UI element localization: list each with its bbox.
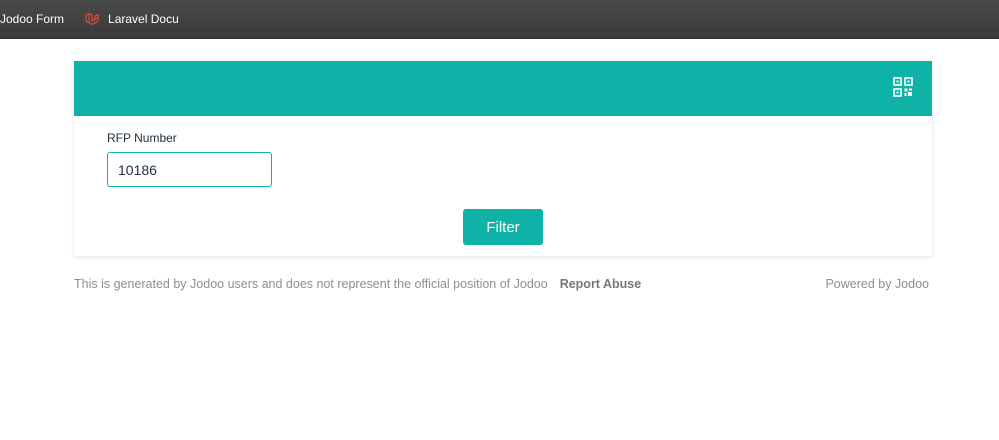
rfp-number-input[interactable] — [107, 152, 272, 187]
footer: This is generated by Jodoo users and doe… — [74, 275, 929, 293]
bookmark-label: Laravel Docu — [108, 12, 179, 26]
bookmark-jodoo-form[interactable]: Jodoo Form — [0, 5, 70, 33]
bookmark-laravel-docu[interactable]: Laravel Docu — [78, 5, 185, 33]
report-abuse-link[interactable]: Report Abuse — [560, 277, 642, 291]
bookmark-label: Jodoo Form — [0, 12, 65, 26]
laravel-icon — [84, 11, 100, 27]
disclaimer-text: This is generated by Jodoo users and doe… — [74, 277, 548, 291]
powered-by-link[interactable]: Powered by Jodoo — [825, 277, 929, 291]
filter-button[interactable]: Filter — [463, 209, 543, 245]
form-header — [74, 61, 932, 116]
form-card: RFP Number Filter — [74, 61, 932, 256]
rfp-number-label: RFP Number — [107, 131, 177, 145]
bookmarks-bar: Jodoo Form Laravel Docu — [0, 0, 999, 39]
qr-code-icon[interactable] — [893, 77, 913, 97]
